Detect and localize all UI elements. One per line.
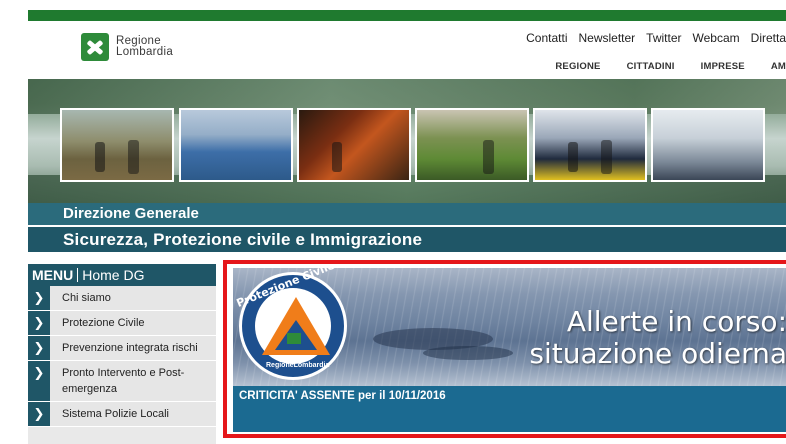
menu-item-label: Chi siamo: [62, 292, 111, 304]
left-menu: MENU Home DG ❯ Chi siamo ❯ Protezione Civ…: [28, 264, 216, 444]
banner-photo-firefighters: [60, 108, 174, 182]
menu-item-protezione-civile[interactable]: ❯ Protezione Civile: [28, 311, 216, 336]
link-newsletter[interactable]: Newsletter: [578, 31, 635, 45]
logo-line2: Lombardia: [116, 46, 174, 58]
title-direzione: Direzione Generale: [28, 203, 786, 225]
link-diretta[interactable]: Diretta: [751, 31, 786, 45]
header-banner: [28, 79, 786, 203]
nav-imprese[interactable]: IMPRESE: [701, 61, 745, 72]
menu-item-label: Sistema Polizie Locali: [62, 408, 169, 420]
nav-am[interactable]: AM: [771, 61, 786, 72]
sub-nav: REGIONE CITTADINI IMPRESE AM: [555, 61, 786, 72]
alert-banner[interactable]: Protezione Civile RegioneLombardia Aller…: [233, 268, 786, 386]
regione-lombardia-logo[interactable]: Regione Lombardia: [81, 33, 173, 61]
chevron-right-icon: ❯: [28, 402, 50, 426]
menu-item-chi-siamo[interactable]: ❯ Chi siamo: [28, 286, 216, 311]
menu-header: MENU Home DG: [28, 264, 216, 286]
menu-item-prevenzione[interactable]: ❯ Prevenzione integrata rischi: [28, 336, 216, 361]
left-gutter: [0, 0, 28, 444]
link-twitter[interactable]: Twitter: [646, 31, 681, 45]
title-sicurezza: Sicurezza, Protezione civile e Immigrazi…: [28, 227, 786, 252]
menu-item-label: Prevenzione integrata rischi: [62, 342, 198, 354]
top-links: Contatti Newsletter Twitter Webcam Diret…: [526, 31, 786, 45]
header: Regione Lombardia Contatti Newsletter Tw…: [28, 21, 786, 79]
banner-photo-night-rescue: [297, 108, 411, 182]
menu-item-label: Pronto Intervento e Post-emergenza: [62, 367, 185, 395]
alert-title: Allerte in corso: situazione odierna: [529, 306, 786, 370]
menu-item-label: Protezione Civile: [62, 317, 145, 329]
top-green-bar: [28, 10, 786, 21]
banner-photo-operations-room: [651, 108, 765, 182]
menu-item-polizie-locali[interactable]: ❯ Sistema Polizie Locali: [28, 402, 216, 427]
protezione-civile-logo: Protezione Civile RegioneLombardia: [235, 268, 347, 380]
banner-photo-dog-unit: [415, 108, 529, 182]
banner-photo-tents: [179, 108, 293, 182]
logo-regione-text: RegioneLombardia: [266, 362, 330, 369]
nav-regione[interactable]: REGIONE: [555, 61, 600, 72]
menu-home-link[interactable]: Home DG: [82, 267, 144, 283]
alert-status-bar[interactable]: CRITICITA' ASSENTE per il 10/11/2016: [233, 386, 786, 432]
menu-title: MENU: [32, 267, 74, 283]
chevron-right-icon: ❯: [28, 311, 50, 335]
link-webcam[interactable]: Webcam: [693, 31, 740, 45]
page: Regione Lombardia Contatti Newsletter Tw…: [0, 0, 786, 444]
alert-highlight-box: Protezione Civile RegioneLombardia Aller…: [223, 260, 786, 438]
logo-text: Regione Lombardia: [116, 35, 174, 58]
alert-status-text: CRITICITA' ASSENTE per il 10/11/2016: [239, 390, 446, 402]
link-contatti[interactable]: Contatti: [526, 31, 567, 45]
chevron-right-icon: ❯: [28, 336, 50, 360]
menu-item-pronto-intervento[interactable]: ❯ Pronto Intervento e Post-emergenza: [28, 361, 216, 402]
chevron-right-icon: ❯: [28, 286, 50, 310]
alert-title-line1: Allerte in corso:: [566, 305, 786, 338]
banner-photo-volunteers: [533, 108, 647, 182]
nav-cittadini[interactable]: CITTADINI: [627, 61, 675, 72]
regione-lombardia-logo-icon: [81, 33, 109, 61]
alert-title-line2: situazione odierna: [529, 337, 786, 370]
chevron-right-icon: ❯: [28, 361, 50, 401]
